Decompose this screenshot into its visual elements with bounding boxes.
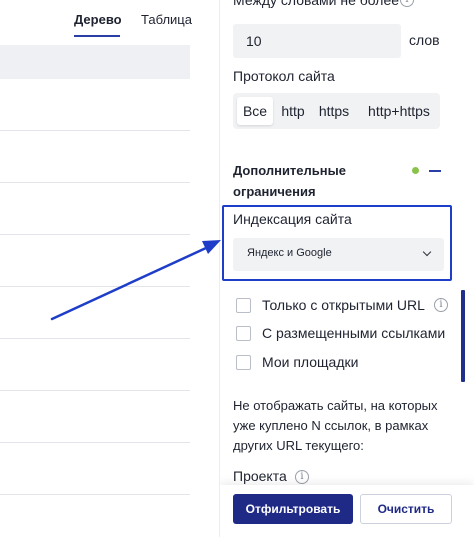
chevron-down-icon: [422, 247, 432, 257]
view-tabs: Дерево Таблица: [0, 0, 220, 40]
table-row[interactable]: [0, 339, 190, 391]
tab-tree[interactable]: Дерево: [74, 12, 122, 28]
checkbox-my-sites-row: Мои площадки: [236, 353, 358, 371]
clear-button[interactable]: Очистить: [360, 494, 452, 524]
project-label: Проекта: [233, 468, 287, 484]
checkbox-open-urls[interactable]: [236, 297, 251, 313]
table-row[interactable]: [0, 235, 190, 287]
active-tab-underline: [74, 35, 120, 37]
indexing-label: Индексация сайта: [233, 211, 352, 227]
table-header-bar: [0, 45, 190, 79]
info-icon[interactable]: i: [295, 470, 309, 484]
words-unit-label: слов: [409, 32, 440, 48]
table-row[interactable]: [0, 391, 190, 443]
checkbox-label: Только с открытыми URL: [262, 297, 425, 313]
table-row[interactable]: [0, 287, 190, 339]
checkbox-placed-links[interactable]: [236, 325, 251, 341]
protocol-option-http[interactable]: http: [277, 97, 309, 125]
filter-button[interactable]: Отфильтровать: [233, 494, 353, 524]
minus-icon[interactable]: [429, 170, 441, 172]
scrollbar-thumb[interactable]: [461, 290, 465, 382]
additional-restrictions-title: Дополнительные ограничения: [233, 163, 346, 199]
protocol-option-https[interactable]: https: [315, 97, 353, 125]
checkbox-open-urls-row: Только с открытыми URL i: [236, 296, 448, 314]
words-between-label: Между словами не более: [233, 0, 400, 8]
checkbox-placed-links-row: С размещенными ссылками: [236, 324, 445, 342]
protocol-segmented-control: Все http https http+https: [233, 93, 440, 129]
checkbox-my-sites[interactable]: [236, 354, 251, 370]
info-icon[interactable]: i: [433, 298, 448, 312]
table-row[interactable]: [0, 443, 190, 495]
tab-table[interactable]: Таблица: [141, 12, 192, 28]
table-row[interactable]: [0, 79, 190, 131]
checkbox-label: С размещенными ссылками: [262, 325, 446, 341]
indexing-select-value: Яндекс и Google: [247, 247, 332, 259]
protocol-label: Протокол сайта: [233, 68, 335, 84]
words-count-input[interactable]: [233, 24, 401, 58]
exclude-note: Не отображать сайты, на которых уже купл…: [233, 398, 438, 453]
info-icon[interactable]: i: [400, 0, 414, 7]
table-row[interactable]: [0, 131, 190, 183]
status-dot: [412, 167, 419, 174]
checkbox-label: Мои площадки: [262, 354, 359, 370]
filter-panel: Между словами не более i слов Протокол с…: [220, 0, 474, 537]
table-rows: [0, 79, 190, 495]
indexing-select[interactable]: Яндекс и Google: [233, 238, 444, 271]
protocol-option-http-https[interactable]: http+https: [361, 97, 437, 125]
protocol-option-all[interactable]: Все: [237, 97, 273, 125]
table-row[interactable]: [0, 183, 190, 235]
left-pane: Дерево Таблица: [0, 0, 220, 537]
action-bar: Отфильтровать Очистить: [220, 485, 474, 537]
